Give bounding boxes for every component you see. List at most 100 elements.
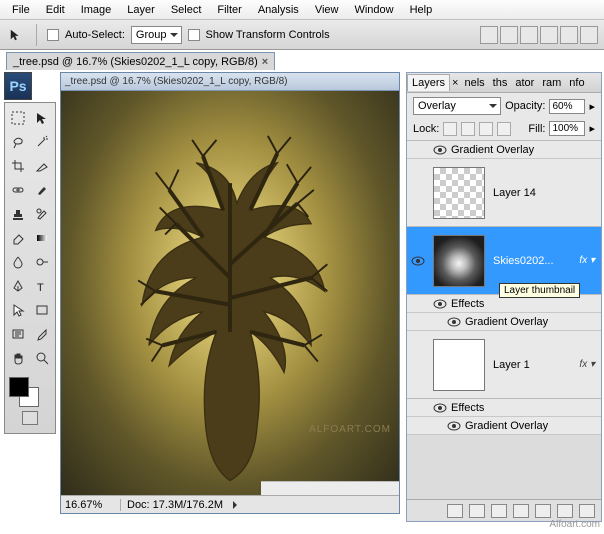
gradient-tool-icon[interactable] <box>31 227 53 249</box>
opacity-input[interactable] <box>549 99 585 114</box>
layer-row-selected[interactable]: Skies0202... fx ▾ Layer thumbnail <box>407 227 601 295</box>
layer-name[interactable]: Layer 1 <box>489 359 579 371</box>
blur-tool-icon[interactable] <box>7 251 29 273</box>
move-tool-icon[interactable] <box>31 107 53 129</box>
heal-tool-icon[interactable] <box>7 179 29 201</box>
zoom-tool-icon[interactable] <box>31 347 53 369</box>
layer-thumbnail[interactable] <box>433 235 485 287</box>
menu-window[interactable]: Window <box>346 2 401 18</box>
menu-image[interactable]: Image <box>73 2 120 18</box>
layer-name[interactable]: Layer 14 <box>489 187 601 199</box>
toolbox: T <box>4 102 56 434</box>
align-icon[interactable] <box>500 26 518 44</box>
group-icon[interactable] <box>535 504 551 518</box>
eyedropper-tool-icon[interactable] <box>31 323 53 345</box>
dodge-tool-icon[interactable] <box>31 251 53 273</box>
stamp-tool-icon[interactable] <box>7 203 29 225</box>
align-icon[interactable] <box>560 26 578 44</box>
auto-select-combo[interactable]: Group <box>131 26 182 44</box>
document-title-bar[interactable]: _tree.psd @ 16.7% (Skies0202_1_L copy, R… <box>61 73 399 91</box>
color-swatch[interactable] <box>7 375 53 409</box>
hand-tool-icon[interactable] <box>7 347 29 369</box>
tab-info[interactable]: nfo <box>565 75 588 91</box>
new-layer-icon[interactable] <box>557 504 573 518</box>
visibility-toggle[interactable] <box>407 256 429 266</box>
menu-help[interactable]: Help <box>402 2 441 18</box>
chevron-right-icon[interactable]: ▸ <box>589 122 595 135</box>
menu-file[interactable]: File <box>4 2 38 18</box>
layer-mask-icon[interactable] <box>491 504 507 518</box>
layer-thumbnail[interactable] <box>433 167 485 219</box>
eye-icon[interactable] <box>433 299 447 309</box>
pen-tool-icon[interactable] <box>7 275 29 297</box>
document-tab[interactable]: _tree.psd @ 16.7% (Skies0202_1_L copy, R… <box>6 52 275 70</box>
menu-layer[interactable]: Layer <box>119 2 163 18</box>
show-transform-checkbox[interactable] <box>188 29 200 41</box>
tab-paths[interactable]: ths <box>489 75 512 91</box>
effect-item[interactable]: Gradient Overlay <box>407 141 601 159</box>
lock-position-icon[interactable] <box>479 122 493 136</box>
eye-icon[interactable] <box>433 403 447 413</box>
auto-select-checkbox[interactable] <box>47 29 59 41</box>
status-menu-icon[interactable] <box>233 501 241 509</box>
layer-thumbnail[interactable] <box>433 339 485 391</box>
tab-navigator[interactable]: ator <box>511 75 538 91</box>
lasso-tool-icon[interactable] <box>7 131 29 153</box>
crop-tool-icon[interactable] <box>7 155 29 177</box>
notes-tool-icon[interactable] <box>7 323 29 345</box>
tab-channels[interactable]: nels <box>460 75 488 91</box>
fx-badge[interactable]: fx ▾ <box>579 359 601 370</box>
align-icon[interactable] <box>520 26 538 44</box>
layer-lock-row: Lock: Fill: ▸ <box>407 119 601 141</box>
type-tool-icon[interactable]: T <box>31 275 53 297</box>
tab-histogram[interactable]: ram <box>538 75 565 91</box>
layer-name[interactable]: Skies0202... <box>489 255 579 267</box>
zoom-level[interactable]: 16.67% <box>61 499 121 511</box>
quick-mask-toggle[interactable] <box>7 411 53 429</box>
menu-analysis[interactable]: Analysis <box>250 2 307 18</box>
align-icon[interactable] <box>540 26 558 44</box>
close-icon[interactable]: × <box>262 56 268 68</box>
fx-badge[interactable]: fx ▾ <box>579 255 601 266</box>
menu-filter[interactable]: Filter <box>209 2 249 18</box>
foreground-color[interactable] <box>9 377 29 397</box>
eye-icon[interactable] <box>447 317 461 327</box>
slice-tool-icon[interactable] <box>31 155 53 177</box>
lock-pixels-icon[interactable] <box>461 122 475 136</box>
effect-item[interactable]: Gradient Overlay <box>407 417 601 435</box>
layer-row[interactable]: Layer 1 fx ▾ <box>407 331 601 399</box>
lock-all-icon[interactable] <box>497 122 511 136</box>
horizontal-scrollbar[interactable] <box>261 481 399 495</box>
effect-item[interactable]: Gradient Overlay <box>407 313 601 331</box>
effects-row[interactable]: Effects <box>407 399 601 417</box>
link-layers-icon[interactable] <box>447 504 463 518</box>
trash-icon[interactable] <box>579 504 595 518</box>
brush-tool-icon[interactable] <box>31 179 53 201</box>
history-brush-tool-icon[interactable] <box>31 203 53 225</box>
move-tool-icon[interactable] <box>6 25 26 45</box>
lock-transparency-icon[interactable] <box>443 122 457 136</box>
menu-select[interactable]: Select <box>163 2 210 18</box>
eraser-tool-icon[interactable] <box>7 227 29 249</box>
tab-layers[interactable]: Layers <box>407 74 450 91</box>
shape-tool-icon[interactable] <box>31 299 53 321</box>
layer-style-icon[interactable] <box>469 504 485 518</box>
align-icon[interactable] <box>480 26 498 44</box>
chevron-right-icon[interactable]: ▸ <box>589 100 595 113</box>
canvas[interactable]: ALFOART.COM <box>61 91 399 495</box>
blend-mode-combo[interactable]: Overlay <box>413 97 501 115</box>
eye-icon[interactable] <box>433 145 447 155</box>
eye-icon[interactable] <box>447 421 461 431</box>
fill-input[interactable] <box>549 121 585 136</box>
adjustment-layer-icon[interactable] <box>513 504 529 518</box>
doc-size[interactable]: Doc: 17.3M/176.2M <box>121 499 229 511</box>
tab-close-icon[interactable]: × <box>450 77 460 89</box>
path-select-tool-icon[interactable] <box>7 299 29 321</box>
menu-view[interactable]: View <box>307 2 347 18</box>
effect-label: Gradient Overlay <box>451 144 534 156</box>
align-icon[interactable] <box>580 26 598 44</box>
menu-edit[interactable]: Edit <box>38 2 73 18</box>
layer-row[interactable]: Layer 14 <box>407 159 601 227</box>
marquee-tool-icon[interactable] <box>7 107 29 129</box>
wand-tool-icon[interactable] <box>31 131 53 153</box>
